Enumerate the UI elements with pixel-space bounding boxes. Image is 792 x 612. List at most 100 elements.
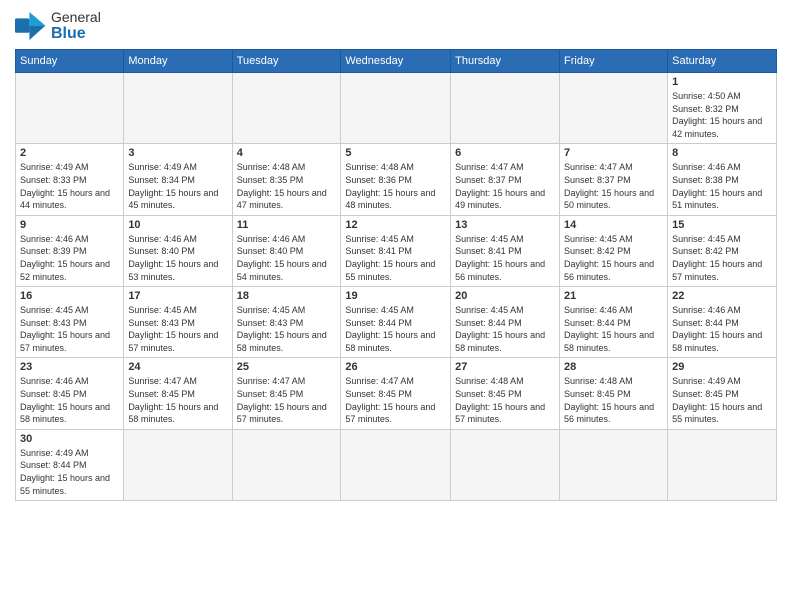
day-number: 29 <box>672 361 772 373</box>
calendar-cell: 24Sunrise: 4:47 AM Sunset: 8:45 PM Dayli… <box>124 358 232 429</box>
day-info: Sunrise: 4:45 AM Sunset: 8:41 PM Dayligh… <box>455 233 555 283</box>
calendar-cell: 10 Sunrise: 4:46 AM Sunset: 8:40 PM Dayli… <box>124 215 232 286</box>
calendar-cell: 14 Sunrise: 4:45 AM Sunset: 8:42 PM Dayli… <box>560 215 668 286</box>
day-info: Sunrise: 4:48 AM Sunset: 8:45 PM Dayligh… <box>564 375 663 425</box>
calendar-week-1: 1 Sunrise: 4:50 AM Sunset: 8:32 PM Daylig… <box>16 72 777 143</box>
calendar-week-4: 16 Sunrise: 4:45 AM Sunset: 8:43 PM Dayli… <box>16 287 777 358</box>
day-info: Sunrise: 4:48 AM Sunset: 8:35 PM Dayligh… <box>237 161 337 211</box>
calendar-cell <box>341 72 451 143</box>
day-number: 22 <box>672 290 772 302</box>
day-info: Sunrise: 4:46 AM Sunset: 8:40 PM Dayligh… <box>128 233 227 283</box>
day-number: 25 <box>237 361 337 373</box>
day-info: Sunrise: 4:46 AM Sunset: 8:44 PM Dayligh… <box>672 304 772 354</box>
calendar-cell <box>232 72 341 143</box>
calendar-cell <box>560 429 668 500</box>
calendar-cell: 26Sunrise: 4:47 AM Sunset: 8:45 PM Dayli… <box>341 358 451 429</box>
day-info: Sunrise: 4:46 AM Sunset: 8:44 PM Dayligh… <box>564 304 663 354</box>
day-number: 30 <box>20 433 119 445</box>
day-header-wednesday: Wednesday <box>341 49 451 72</box>
day-info: Sunrise: 4:47 AM Sunset: 8:45 PM Dayligh… <box>345 375 446 425</box>
day-info: Sunrise: 4:47 AM Sunset: 8:45 PM Dayligh… <box>128 375 227 425</box>
day-info: Sunrise: 4:45 AM Sunset: 8:42 PM Dayligh… <box>672 233 772 283</box>
day-number: 2 <box>20 147 119 159</box>
day-header-tuesday: Tuesday <box>232 49 341 72</box>
calendar-cell: 20 Sunrise: 4:45 AM Sunset: 8:44 PM Dayli… <box>451 287 560 358</box>
calendar-cell <box>560 72 668 143</box>
day-info: Sunrise: 4:49 AM Sunset: 8:44 PM Dayligh… <box>20 447 119 497</box>
calendar-cell: 17Sunrise: 4:45 AM Sunset: 8:43 PM Dayli… <box>124 287 232 358</box>
calendar-cell: 15 Sunrise: 4:45 AM Sunset: 8:42 PM Dayli… <box>668 215 777 286</box>
calendar-cell: 29 Sunrise: 4:49 AM Sunset: 8:45 PM Dayli… <box>668 358 777 429</box>
calendar-cell <box>16 72 124 143</box>
calendar-cell <box>668 429 777 500</box>
calendar-cell: 18Sunrise: 4:45 AM Sunset: 8:43 PM Dayli… <box>232 287 341 358</box>
calendar-cell: 5 Sunrise: 4:48 AM Sunset: 8:36 PM Daylig… <box>341 144 451 215</box>
day-number: 14 <box>564 219 663 231</box>
day-info: Sunrise: 4:46 AM Sunset: 8:40 PM Dayligh… <box>237 233 337 283</box>
calendar-week-5: 23 Sunrise: 4:46 AM Sunset: 8:45 PM Dayli… <box>16 358 777 429</box>
day-header-sunday: Sunday <box>16 49 124 72</box>
day-number: 20 <box>455 290 555 302</box>
day-info: Sunrise: 4:49 AM Sunset: 8:33 PM Dayligh… <box>20 161 119 211</box>
day-number: 21 <box>564 290 663 302</box>
calendar-cell: 1 Sunrise: 4:50 AM Sunset: 8:32 PM Daylig… <box>668 72 777 143</box>
calendar-cell: 4 Sunrise: 4:48 AM Sunset: 8:35 PM Daylig… <box>232 144 341 215</box>
day-header-friday: Friday <box>560 49 668 72</box>
calendar-week-6: 30 Sunrise: 4:49 AM Sunset: 8:44 PM Dayli… <box>16 429 777 500</box>
day-info: Sunrise: 4:45 AM Sunset: 8:41 PM Dayligh… <box>345 233 446 283</box>
calendar-cell: 12 Sunrise: 4:45 AM Sunset: 8:41 PM Dayli… <box>341 215 451 286</box>
calendar-cell: 9Sunrise: 4:46 AM Sunset: 8:39 PM Daylig… <box>16 215 124 286</box>
calendar-week-3: 9Sunrise: 4:46 AM Sunset: 8:39 PM Daylig… <box>16 215 777 286</box>
logo-text: General Blue <box>51 10 101 43</box>
calendar-cell: 25 Sunrise: 4:47 AM Sunset: 8:45 PM Dayli… <box>232 358 341 429</box>
calendar-cell: 3Sunrise: 4:49 AM Sunset: 8:34 PM Daylig… <box>124 144 232 215</box>
day-number: 15 <box>672 219 772 231</box>
day-info: Sunrise: 4:45 AM Sunset: 8:42 PM Dayligh… <box>564 233 663 283</box>
day-number: 6 <box>455 147 555 159</box>
day-info: Sunrise: 4:50 AM Sunset: 8:32 PM Dayligh… <box>672 90 772 140</box>
day-number: 8 <box>672 147 772 159</box>
calendar-cell: 19 Sunrise: 4:45 AM Sunset: 8:44 PM Dayli… <box>341 287 451 358</box>
day-number: 19 <box>345 290 446 302</box>
header: General Blue <box>15 10 777 43</box>
day-info: Sunrise: 4:46 AM Sunset: 8:39 PM Dayligh… <box>20 233 119 283</box>
day-header-monday: Monday <box>124 49 232 72</box>
day-header-saturday: Saturday <box>668 49 777 72</box>
day-info: Sunrise: 4:45 AM Sunset: 8:43 PM Dayligh… <box>20 304 119 354</box>
calendar-cell <box>124 429 232 500</box>
calendar-cell: 30 Sunrise: 4:49 AM Sunset: 8:44 PM Dayli… <box>16 429 124 500</box>
day-number: 3 <box>128 147 227 159</box>
calendar-cell: 8 Sunrise: 4:46 AM Sunset: 8:38 PM Daylig… <box>668 144 777 215</box>
day-number: 16 <box>20 290 119 302</box>
logo-icon <box>15 12 47 40</box>
day-info: Sunrise: 4:47 AM Sunset: 8:37 PM Dayligh… <box>564 161 663 211</box>
day-number: 4 <box>237 147 337 159</box>
day-info: Sunrise: 4:45 AM Sunset: 8:43 PM Dayligh… <box>237 304 337 354</box>
day-number: 11 <box>237 219 337 231</box>
calendar-cell: 28 Sunrise: 4:48 AM Sunset: 8:45 PM Dayli… <box>560 358 668 429</box>
calendar-cell: 6 Sunrise: 4:47 AM Sunset: 8:37 PM Daylig… <box>451 144 560 215</box>
day-number: 5 <box>345 147 446 159</box>
day-number: 12 <box>345 219 446 231</box>
day-info: Sunrise: 4:46 AM Sunset: 8:45 PM Dayligh… <box>20 375 119 425</box>
day-info: Sunrise: 4:45 AM Sunset: 8:43 PM Dayligh… <box>128 304 227 354</box>
day-info: Sunrise: 4:48 AM Sunset: 8:36 PM Dayligh… <box>345 161 446 211</box>
day-info: Sunrise: 4:45 AM Sunset: 8:44 PM Dayligh… <box>455 304 555 354</box>
day-info: Sunrise: 4:49 AM Sunset: 8:45 PM Dayligh… <box>672 375 772 425</box>
calendar-cell: 2 Sunrise: 4:49 AM Sunset: 8:33 PM Daylig… <box>16 144 124 215</box>
day-info: Sunrise: 4:47 AM Sunset: 8:45 PM Dayligh… <box>237 375 337 425</box>
calendar-cell <box>341 429 451 500</box>
day-info: Sunrise: 4:48 AM Sunset: 8:45 PM Dayligh… <box>455 375 555 425</box>
day-number: 10 <box>128 219 227 231</box>
day-number: 1 <box>672 76 772 88</box>
calendar-cell: 11 Sunrise: 4:46 AM Sunset: 8:40 PM Dayli… <box>232 215 341 286</box>
day-info: Sunrise: 4:46 AM Sunset: 8:38 PM Dayligh… <box>672 161 772 211</box>
calendar-cell: 7Sunrise: 4:47 AM Sunset: 8:37 PM Daylig… <box>560 144 668 215</box>
day-info: Sunrise: 4:47 AM Sunset: 8:37 PM Dayligh… <box>455 161 555 211</box>
calendar-cell <box>451 429 560 500</box>
day-info: Sunrise: 4:45 AM Sunset: 8:44 PM Dayligh… <box>345 304 446 354</box>
calendar-week-2: 2 Sunrise: 4:49 AM Sunset: 8:33 PM Daylig… <box>16 144 777 215</box>
day-number: 28 <box>564 361 663 373</box>
day-number: 23 <box>20 361 119 373</box>
calendar-cell: 21 Sunrise: 4:46 AM Sunset: 8:44 PM Dayli… <box>560 287 668 358</box>
